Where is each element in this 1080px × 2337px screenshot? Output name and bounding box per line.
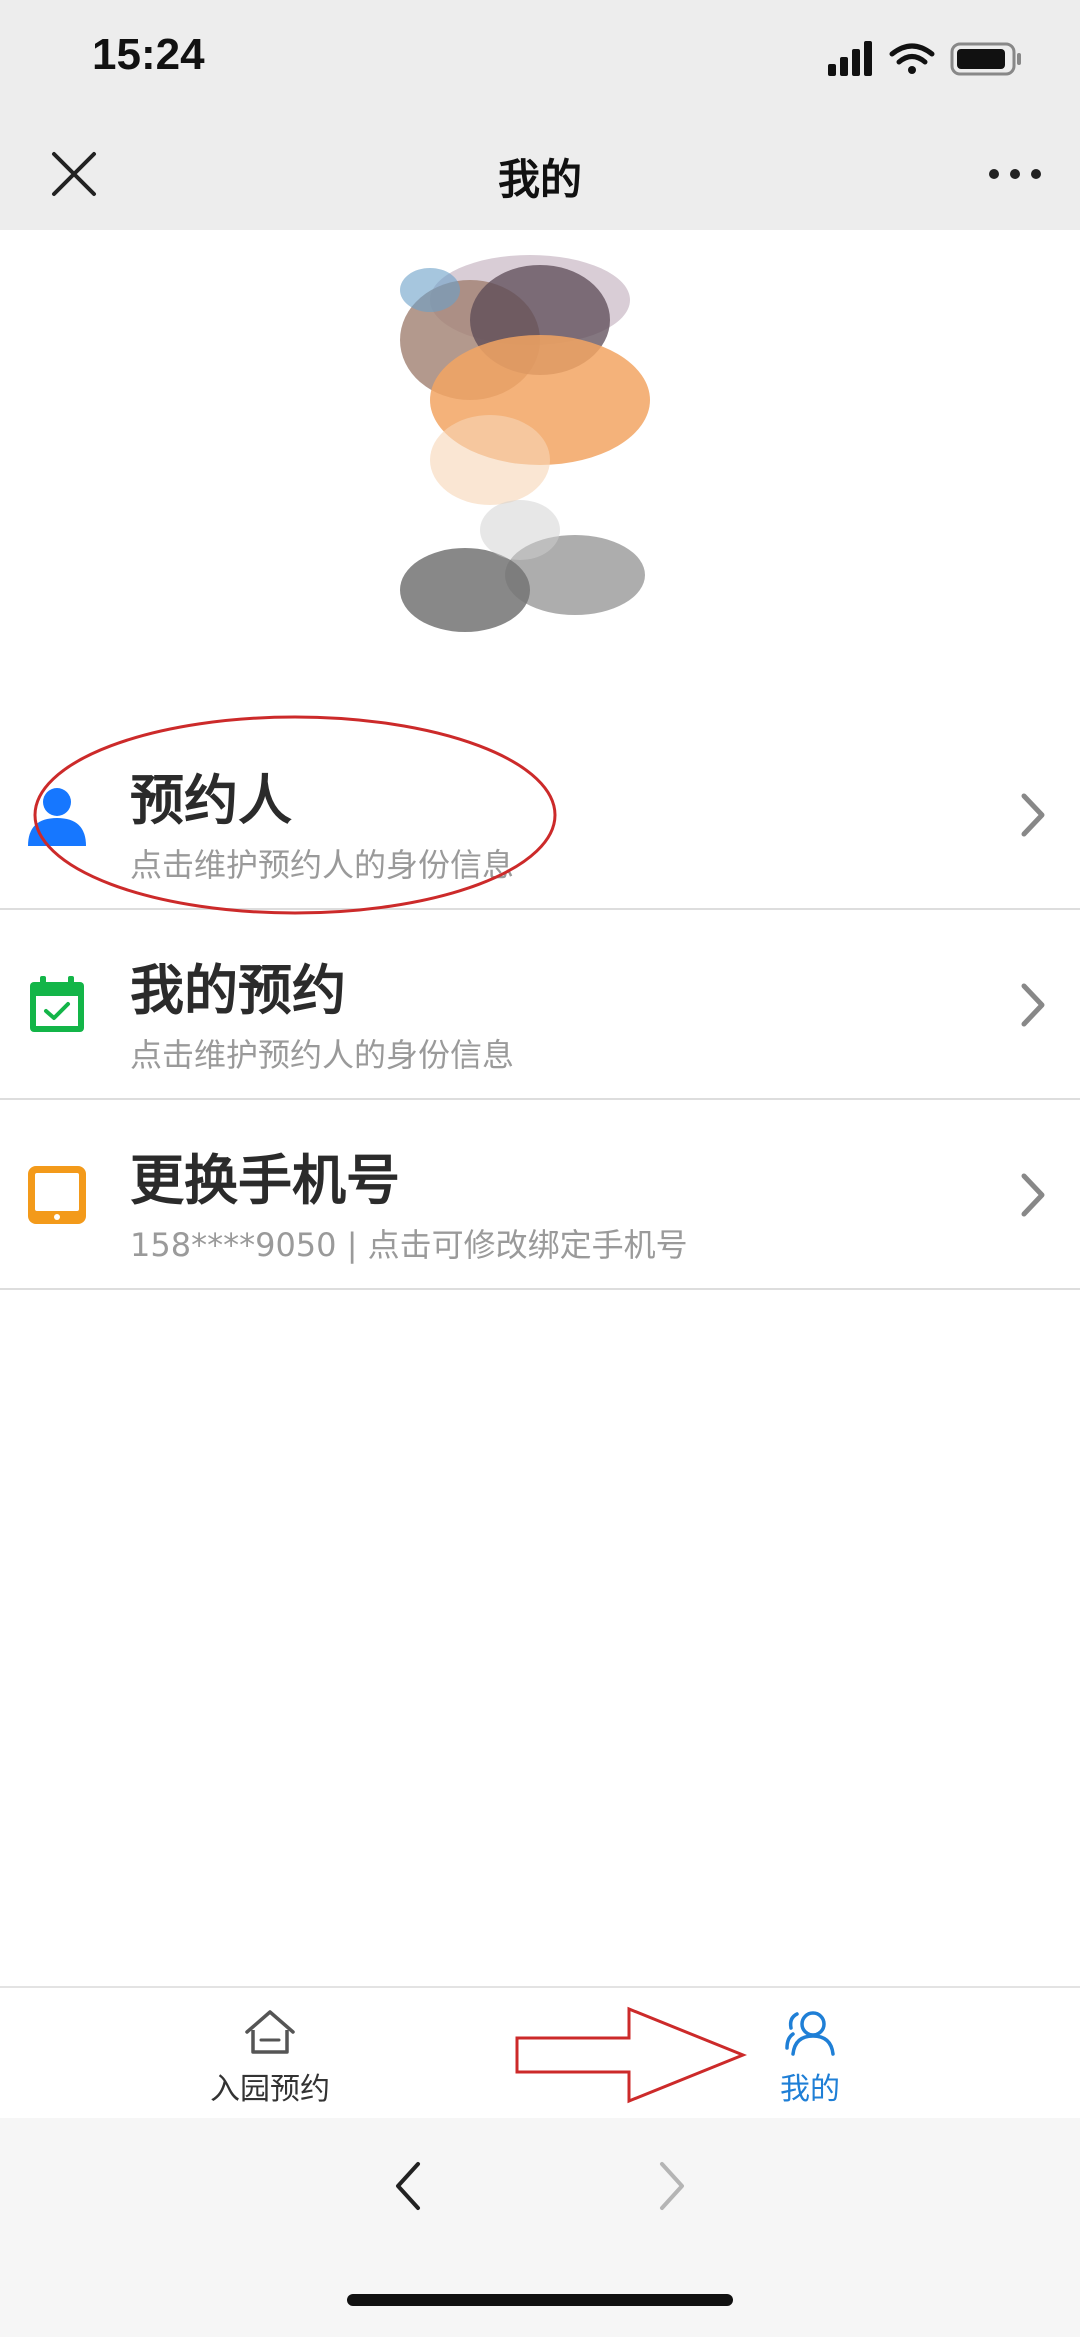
battery-icon — [950, 42, 1021, 76]
person-icon — [28, 788, 86, 846]
tab-label: 我的 — [780, 2072, 840, 2107]
wifi-icon — [889, 43, 935, 74]
signal-icon — [828, 41, 872, 76]
nav-bar: 我的 — [0, 120, 1080, 230]
tab-bar: 入园预约 我的 — [0, 1986, 1080, 2120]
status-bar: 15:24 — [0, 0, 1080, 120]
home-indicator — [347, 2294, 733, 2306]
back-icon[interactable] — [388, 2156, 428, 2216]
forward-icon[interactable] — [652, 2156, 692, 2216]
chevron-right-icon — [1021, 793, 1045, 837]
menu-item-reservers[interactable]: 预约人 点击维护预约人的身份信息 — [0, 720, 1080, 910]
phone-icon — [28, 1166, 86, 1224]
menu-item-title: 我的预约 — [130, 959, 346, 1022]
menu-item-subtitle: 点击维护预约人的身份信息 — [130, 1036, 515, 1074]
home-icon — [245, 2010, 295, 2054]
tab-label: 入园预约 — [210, 2072, 330, 2107]
status-icons — [828, 41, 1021, 76]
users-icon — [785, 2011, 835, 2056]
calendar-check-icon — [30, 976, 84, 1032]
tab-mine[interactable]: 我的 — [660, 1988, 960, 2120]
menu-item-subtitle: 158****9050 | 点击可修改绑定手机号 — [130, 1226, 688, 1264]
menu-item-change-phone[interactable]: 更换手机号 158****9050 | 点击可修改绑定手机号 — [0, 1100, 1080, 1290]
chevron-right-icon — [1021, 1173, 1045, 1217]
page-title: 我的 — [497, 155, 582, 204]
more-icon[interactable] — [980, 144, 1050, 204]
menu-item-title: 预约人 — [130, 769, 292, 832]
chevron-right-icon — [1021, 983, 1045, 1027]
avatar[interactable] — [370, 230, 700, 660]
menu-list: 预约人 点击维护预约人的身份信息 我的预约 点击维护预约人的身份信息 更换手机号… — [0, 720, 1080, 1290]
menu-item-title: 更换手机号 — [130, 1149, 400, 1212]
menu-item-subtitle: 点击维护预约人的身份信息 — [130, 846, 515, 884]
menu-item-my-reservations[interactable]: 我的预约 点击维护预约人的身份信息 — [0, 910, 1080, 1100]
tab-park-reservation[interactable]: 入园预约 — [120, 1988, 420, 2120]
browser-toolbar — [0, 2118, 1080, 2337]
status-time: 15:24 — [92, 30, 205, 79]
